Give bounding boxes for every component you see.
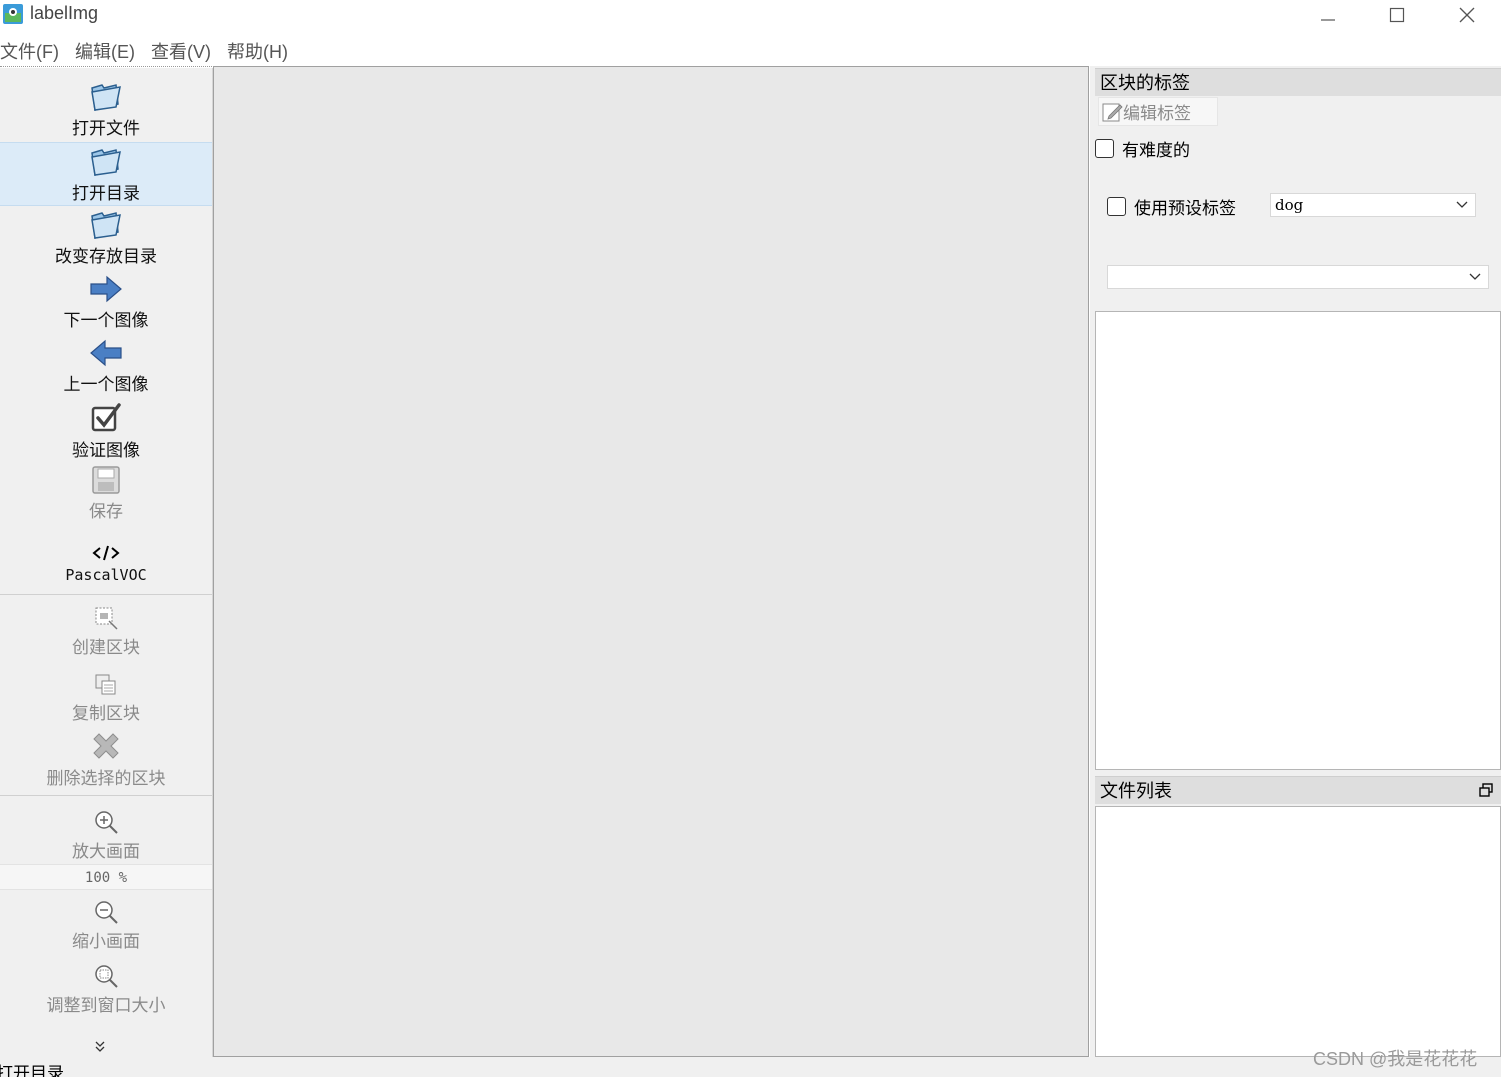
create-box-icon — [93, 598, 119, 631]
zoom-out-button[interactable]: 缩小画面 — [0, 892, 212, 952]
open-dir-button[interactable]: 打开目录 — [0, 142, 212, 206]
use-default-label-text: 使用预设标签 — [1134, 199, 1236, 219]
minimize-button[interactable] — [1298, 0, 1358, 30]
default-label-value: dog — [1275, 196, 1304, 214]
create-box-label: 创建区块 — [72, 638, 140, 658]
edit-label-button[interactable]: 编辑标签 — [1098, 97, 1218, 126]
create-box-button[interactable]: 创建区块 — [0, 598, 212, 658]
status-bar: 打开目录 CSDN @我是花花花 — [0, 1049, 1501, 1077]
zoom-fit-icon — [93, 956, 119, 989]
floppy-disk-icon — [91, 464, 121, 495]
arrow-right-icon — [89, 270, 123, 304]
next-image-button[interactable]: 下一个图像 — [0, 270, 212, 334]
difficult-label: 有难度的 — [1122, 141, 1190, 161]
verify-image-label: 验证图像 — [72, 441, 140, 461]
menu-edit[interactable]: 编辑(E) — [75, 36, 143, 66]
file-list-dock-title: 文件列表 — [1095, 776, 1501, 804]
edit-label-text: 编辑标签 — [1123, 104, 1191, 124]
prev-image-button[interactable]: 上一个图像 — [0, 334, 212, 398]
delete-x-icon — [90, 728, 122, 762]
labelimg-app-icon — [3, 4, 23, 24]
folder-open-icon — [89, 78, 123, 112]
code-icon — [92, 530, 120, 564]
change-save-dir-label: 改变存放目录 — [55, 247, 157, 267]
chevron-down-icon — [1456, 201, 1468, 208]
checkbox-checked-icon — [90, 400, 122, 434]
copy-icon — [93, 664, 119, 697]
image-canvas[interactable] — [213, 66, 1089, 1057]
double-chevron-down-icon[interactable] — [92, 1040, 108, 1054]
zoom-in-label: 放大画面 — [72, 842, 140, 862]
maximize-button[interactable] — [1367, 0, 1427, 30]
folder-open-icon — [89, 143, 123, 177]
duplicate-box-button[interactable]: 复制区块 — [0, 664, 212, 724]
watermark-text: CSDN @我是花花花 — [1313, 1049, 1478, 1069]
use-default-label-checkbox[interactable] — [1107, 197, 1126, 216]
toolbar-separator — [0, 594, 212, 595]
zoom-out-icon — [93, 892, 119, 925]
zoom-in-button[interactable]: 放大画面 — [0, 802, 212, 862]
prev-image-label: 上一个图像 — [63, 375, 149, 395]
zoom-level-spinbox[interactable]: 100 % — [0, 864, 212, 890]
delete-box-button[interactable]: 删除选择的区块 — [0, 728, 212, 790]
toolbar-separator — [0, 795, 212, 796]
window-title: labelImg — [30, 3, 99, 23]
fit-window-button[interactable]: 调整到窗口大小 — [0, 956, 212, 1016]
minimize-icon — [1321, 19, 1335, 21]
next-image-label: 下一个图像 — [63, 311, 149, 331]
label-list[interactable] — [1095, 311, 1501, 770]
menu-file[interactable]: 文件(F) — [0, 36, 67, 66]
open-file-button[interactable]: 打开文件 — [0, 78, 212, 142]
box-labels-title: 区块的标签 — [1100, 73, 1190, 93]
menu-help[interactable]: 帮助(H) — [227, 36, 296, 66]
change-save-dir-button[interactable]: 改变存放目录 — [0, 206, 212, 270]
zoom-in-icon — [93, 802, 119, 835]
delete-box-label: 删除选择的区块 — [46, 769, 166, 789]
title-bar: labelImg — [0, 0, 1501, 30]
menu-separator — [0, 66, 212, 67]
close-button[interactable] — [1437, 0, 1497, 30]
format-toggle-button[interactable]: PascalVOC — [0, 530, 212, 590]
difficult-row: 有难度的 — [1095, 136, 1190, 161]
open-file-label: 打开文件 — [72, 119, 140, 139]
label-filter-combobox[interactable] — [1107, 265, 1489, 289]
status-message: 打开目录 — [0, 1064, 64, 1077]
close-icon — [1459, 7, 1475, 23]
verify-image-button[interactable]: 验证图像 — [0, 400, 212, 462]
float-dock-icon[interactable] — [1479, 783, 1493, 797]
default-label-input[interactable]: dog — [1270, 193, 1476, 217]
use-default-label-row: 使用预设标签 — [1107, 194, 1236, 219]
file-list[interactable] — [1095, 806, 1501, 1057]
duplicate-box-label: 复制区块 — [72, 704, 140, 724]
zoom-out-label: 缩小画面 — [72, 932, 140, 952]
edit-pencil-icon — [1102, 103, 1123, 121]
format-label: PascalVOC — [65, 566, 147, 584]
menu-view[interactable]: 查看(V) — [151, 36, 219, 66]
box-labels-dock-title: 区块的标签 — [1095, 68, 1501, 96]
save-button[interactable]: 保存 — [0, 464, 212, 522]
folder-open-icon — [89, 206, 123, 240]
save-label: 保存 — [89, 502, 123, 522]
maximize-icon — [1389, 7, 1405, 23]
file-list-title: 文件列表 — [1100, 781, 1172, 801]
open-dir-label: 打开目录 — [72, 184, 140, 204]
difficult-checkbox[interactable] — [1095, 139, 1114, 158]
menu-bar: 文件(F) 编辑(E) 查看(V) 帮助(H) — [0, 36, 300, 66]
chevron-down-icon — [1469, 273, 1481, 280]
right-dock-panel: 区块的标签 编辑标签 有难度的 使用预设标签 dog 文件列表 — [1090, 66, 1501, 1057]
fit-window-label: 调整到窗口大小 — [46, 996, 166, 1016]
arrow-left-icon — [89, 334, 123, 368]
